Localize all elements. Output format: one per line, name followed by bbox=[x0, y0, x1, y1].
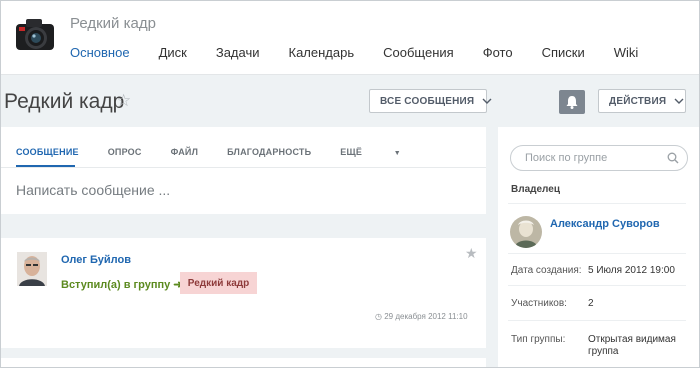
author-avatar[interactable] bbox=[17, 252, 47, 286]
composer-tabs: СООБЩЕНИЕ ОПРОС ФАЙЛ БЛАГОДАРНОСТЬ ЕЩЁ ▼ bbox=[16, 147, 459, 157]
tab-thanks[interactable]: БЛАГОДАРНОСТЬ bbox=[227, 147, 311, 157]
nav-item-disk[interactable]: Диск bbox=[159, 45, 187, 60]
post-action-label: Вступил(а) в группу bbox=[61, 279, 171, 291]
nav-item-messages[interactable]: Сообщения bbox=[383, 45, 454, 60]
camera-logo-icon[interactable] bbox=[14, 14, 58, 54]
title-bar: Редкий кадр ☆ bbox=[0, 75, 700, 127]
post-action-text: Вступил(а) в группу ➜ bbox=[61, 278, 183, 291]
message-input[interactable]: Написать сообщение ... bbox=[16, 182, 170, 198]
group-badge[interactable]: Редкий кадр bbox=[180, 272, 257, 294]
divider bbox=[508, 285, 686, 286]
tab-message[interactable]: СООБЩЕНИЕ bbox=[16, 147, 79, 157]
search-placeholder: Поиск по группе bbox=[525, 152, 608, 164]
post-author[interactable]: Олег Буйлов bbox=[61, 254, 131, 266]
all-messages-button[interactable]: ВСЕ СООБЩЕНИЯ bbox=[369, 89, 492, 113]
tab-more-label: ЕЩЁ bbox=[340, 147, 363, 157]
divider bbox=[508, 320, 686, 321]
tab-poll[interactable]: ОПРОС bbox=[108, 147, 142, 157]
feed-post-next bbox=[0, 358, 486, 368]
chevron-down-icon bbox=[482, 96, 492, 106]
nav-item-tasks[interactable]: Задачи bbox=[216, 45, 260, 60]
nav-item-wiki[interactable]: Wiki bbox=[614, 45, 639, 60]
tab-more[interactable]: ЕЩЁ ▼ bbox=[340, 147, 430, 157]
group-header: Редкий кадр Основное Диск Задачи Календа… bbox=[0, 0, 700, 75]
nav-item-main[interactable]: Основное bbox=[70, 45, 130, 60]
actions-label: ДЕЙСТВИЯ bbox=[609, 95, 667, 107]
page-title: Редкий кадр bbox=[4, 90, 125, 113]
tabs-divider bbox=[0, 167, 486, 168]
post-timestamp: ◷ 29 декабря 2012 11:10 bbox=[375, 312, 468, 321]
owner-name[interactable]: Александр Суворов bbox=[550, 218, 660, 230]
nav-item-lists[interactable]: Списки bbox=[542, 45, 585, 60]
tab-file[interactable]: ФАЙЛ bbox=[171, 147, 199, 157]
all-messages-label: ВСЕ СООБЩЕНИЯ bbox=[380, 95, 475, 107]
group-nav: Основное Диск Задачи Календарь Сообщения… bbox=[70, 45, 667, 60]
group-type-value-line2: группа bbox=[588, 346, 619, 357]
created-label: Дата создания: bbox=[511, 265, 582, 276]
owner-heading: Владелец bbox=[511, 184, 560, 195]
actions-button[interactable]: ДЕЙСТВИЯ bbox=[598, 89, 686, 113]
divider bbox=[508, 203, 686, 204]
caret-down-icon: ▼ bbox=[393, 150, 401, 157]
created-value: 5 Июля 2012 19:00 bbox=[588, 265, 675, 276]
nav-item-photo[interactable]: Фото bbox=[483, 45, 513, 60]
group-type-value-line1: Открытая видимая bbox=[588, 334, 676, 345]
members-value: 2 bbox=[588, 298, 594, 309]
post-date-text: 29 декабря 2012 11:10 bbox=[384, 312, 468, 321]
notifications-button[interactable] bbox=[559, 90, 585, 114]
owner-avatar[interactable] bbox=[510, 216, 542, 248]
nav-item-calendar[interactable]: Календарь bbox=[289, 45, 355, 60]
divider bbox=[508, 253, 686, 254]
favorite-star-icon[interactable]: ☆ bbox=[116, 91, 131, 111]
composer-panel bbox=[0, 127, 486, 214]
clock-icon: ◷ bbox=[375, 312, 382, 321]
search-icon[interactable] bbox=[667, 151, 679, 164]
favorite-star-icon[interactable]: ★ bbox=[465, 245, 478, 262]
chevron-down-icon bbox=[674, 96, 684, 106]
members-label: Участников: bbox=[511, 298, 567, 309]
group-type-label: Тип группы: bbox=[511, 334, 566, 345]
bell-icon bbox=[566, 96, 578, 109]
group-name[interactable]: Редкий кадр bbox=[70, 15, 156, 32]
